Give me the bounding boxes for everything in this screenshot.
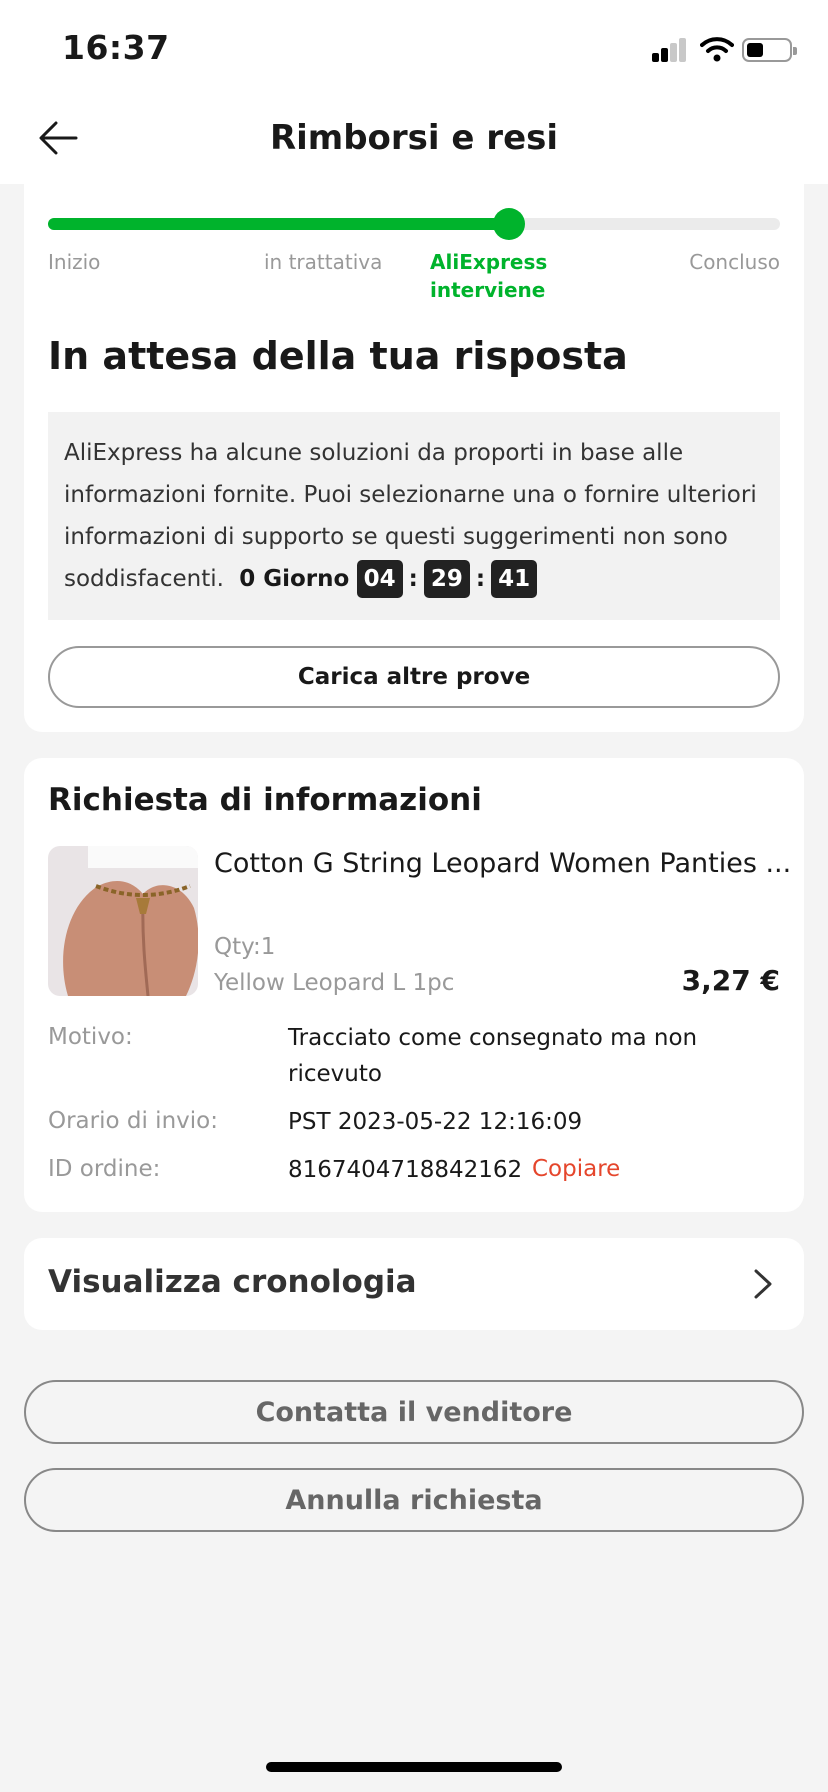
reason-value-line: ricevuto xyxy=(288,1061,382,1087)
product-quantity: Qty:1 xyxy=(214,934,276,960)
sent-time-label: Orario di invio: xyxy=(48,1108,218,1134)
status-time: 16:37 xyxy=(62,28,170,67)
home-indicator xyxy=(266,1762,562,1772)
upload-more-evidence-button[interactable]: Carica altre prove xyxy=(48,646,780,708)
countdown-separator: : xyxy=(408,566,418,592)
countdown-minutes: 29 xyxy=(423,560,470,598)
product-thumbnail[interactable] xyxy=(48,846,198,996)
countdown-days: 0 Giorno xyxy=(239,566,350,592)
battery-icon xyxy=(742,38,797,62)
cancel-request-button[interactable]: Annulla richiesta xyxy=(24,1468,804,1532)
section-title: Richiesta di informazioni xyxy=(48,782,482,818)
contact-seller-button[interactable]: Contatta il venditore xyxy=(24,1380,804,1444)
product-variant: Yellow Leopard L 1pc xyxy=(214,970,455,996)
order-id-value: 8167404718842162 xyxy=(288,1157,523,1183)
nav-header: Rimborsi e resi xyxy=(0,92,828,184)
reason-value-line: Tracciato come consegnato ma non xyxy=(288,1025,698,1051)
progress-marker xyxy=(493,208,526,240)
view-history-label: Visualizza cronologia xyxy=(48,1264,417,1300)
reason-value: Tracciato come consegnato ma non ricevut… xyxy=(288,1020,697,1092)
cellular-signal-icon xyxy=(652,38,688,62)
reason-label: Motivo: xyxy=(48,1024,133,1050)
wifi-icon xyxy=(700,37,734,62)
copy-order-id-link[interactable]: Copiare xyxy=(532,1156,620,1182)
sent-time-value: PST 2023-05-22 12:16:09 xyxy=(288,1109,583,1135)
progress-fill xyxy=(48,218,510,230)
progress-track xyxy=(48,208,780,240)
request-info-card: Richiesta di informazioni Cotton G Strin… xyxy=(24,758,804,1212)
page-title: Rimborsi e resi xyxy=(269,118,559,158)
order-id-label: ID ordine: xyxy=(48,1156,161,1182)
countdown-hours: 04 xyxy=(356,560,403,598)
status-heading: In attesa della tua risposta xyxy=(48,334,628,378)
status-message-box: AliExpress ha alcune soluzioni da propor… xyxy=(48,412,780,620)
status-bar: 16:37 xyxy=(0,0,828,92)
view-history-row[interactable]: Visualizza cronologia xyxy=(24,1238,804,1330)
product-price: 3,27 € xyxy=(681,964,780,997)
countdown-separator: : xyxy=(475,566,486,592)
product-title[interactable]: Cotton G String Leopard Women Panties ..… xyxy=(214,848,791,879)
step-start: Inizio xyxy=(48,250,101,274)
step-negotiation: in trattativa xyxy=(264,250,383,274)
step-aliexpress-intervenes: AliExpress interviene xyxy=(430,250,548,302)
dispute-status-card: Inizio in trattativa AliExpress intervie… xyxy=(24,184,804,732)
countdown-seconds: 41 xyxy=(491,560,538,598)
chevron-right-icon xyxy=(754,1269,772,1299)
step-concluded: Concluso xyxy=(689,250,780,274)
